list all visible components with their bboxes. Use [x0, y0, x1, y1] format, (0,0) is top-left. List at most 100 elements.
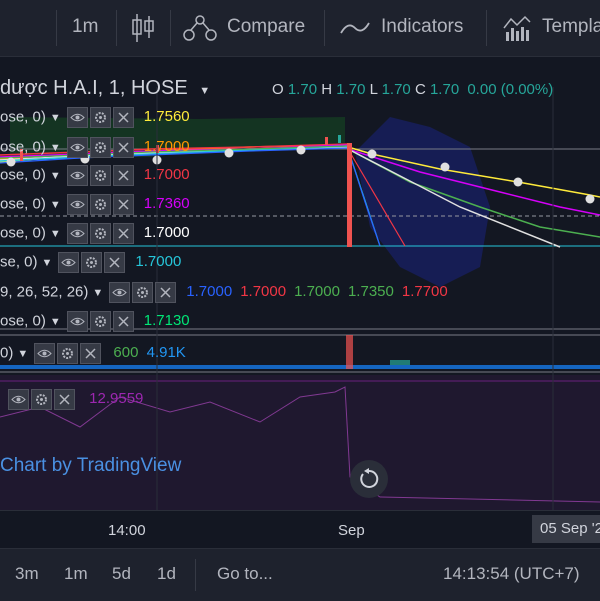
gear-icon[interactable]	[31, 389, 52, 410]
reset-chart-button[interactable]	[350, 460, 388, 498]
indicator-params: ose, 0)	[0, 195, 46, 213]
indicator-value: 1.7000	[294, 283, 340, 301]
indicator-legend-row: 9, 26, 52, 26) ▼ 1.7000 1.7000 1.7000 1.7350 1…	[0, 282, 448, 303]
volume-params: 0)	[0, 344, 14, 362]
indicator-value: 1.7130	[143, 312, 190, 330]
chevron-down-icon[interactable]: ▼	[92, 287, 103, 299]
candles-icon[interactable]	[131, 12, 155, 49]
eye-icon[interactable]	[66, 137, 88, 158]
chevron-down-icon[interactable]: ▼	[50, 112, 61, 124]
top-toolbar: 1m Compare Indicators Templa	[0, 0, 600, 57]
indicator-value: 1.7000	[143, 224, 190, 242]
chevron-down-icon[interactable]: ▼	[50, 199, 61, 211]
compare-icon	[182, 15, 218, 48]
close-icon[interactable]	[112, 311, 134, 332]
range-button-3m[interactable]: 3m	[15, 564, 39, 584]
range-button-1d[interactable]: 1d	[157, 564, 176, 584]
indicator-legend-row: ose, 0) ▼ 1.7000	[0, 165, 190, 186]
volume-value: 600	[113, 344, 139, 362]
chevron-down-icon[interactable]: ▼	[42, 257, 53, 269]
time-axis[interactable]: 14:00 Sep 05 Sep '2	[0, 510, 600, 549]
toolbar-separator	[324, 10, 325, 46]
close-icon[interactable]	[112, 223, 134, 244]
tradingview-watermark[interactable]: Chart by TradingView	[0, 455, 181, 477]
gear-icon[interactable]	[132, 282, 154, 303]
gear-icon[interactable]	[89, 194, 111, 215]
indicator-params: ose, 0)	[0, 138, 46, 156]
chevron-down-icon[interactable]: ▼	[50, 170, 61, 182]
eye-icon[interactable]	[58, 252, 80, 273]
eye-icon[interactable]	[8, 389, 29, 410]
goto-button[interactable]: Go to...	[217, 564, 273, 584]
close-icon[interactable]	[112, 107, 134, 128]
crosshair-time-label: 05 Sep '2	[532, 515, 600, 543]
toolbar-separator	[486, 10, 487, 46]
compare-label: Compare	[227, 16, 306, 37]
indicator-params: ose, 0)	[0, 166, 46, 184]
rsi-legend: 12.9559	[8, 389, 143, 410]
indicator-params: se, 0)	[0, 253, 38, 271]
gear-icon[interactable]	[89, 311, 111, 332]
close-icon[interactable]	[112, 194, 134, 215]
gear-icon[interactable]	[89, 223, 111, 244]
volume-ma-value: 4.91K	[146, 344, 186, 362]
eye-icon[interactable]	[34, 343, 56, 364]
chevron-down-icon[interactable]: ▼	[17, 348, 28, 360]
eye-icon[interactable]	[66, 311, 88, 332]
indicator-params: 9, 26, 52, 26)	[0, 283, 89, 301]
indicator-params: ose, 0)	[0, 312, 46, 330]
indicator-value: 1.7000	[143, 138, 190, 156]
gear-icon[interactable]	[81, 252, 103, 273]
toolbar-separator	[116, 10, 117, 46]
time-label: Sep	[338, 522, 365, 539]
range-button-1m[interactable]: 1m	[64, 564, 88, 584]
toolbar-separator	[56, 10, 57, 46]
indicators-button[interactable]: Indicators	[336, 0, 476, 56]
templates-button[interactable]: Templa	[498, 0, 600, 56]
rsi-value: 12.9559	[89, 390, 144, 408]
close-icon[interactable]	[104, 252, 126, 273]
gear-icon[interactable]	[89, 137, 111, 158]
indicator-legend-row: ose, 0) ▼ 1.7000	[0, 223, 190, 244]
indicator-params: ose, 0)	[0, 224, 46, 242]
gear-icon[interactable]	[57, 343, 79, 364]
close-icon[interactable]	[112, 165, 134, 186]
chart-area[interactable]: dược H.A.I, 1, HOSE ▼ O 1.70 H 1.70 L 1.…	[0, 57, 600, 510]
indicator-value: 1.7000	[143, 166, 190, 184]
chevron-down-icon[interactable]: ▼	[50, 142, 61, 154]
time-label: 14:00	[108, 522, 146, 539]
eye-icon[interactable]	[66, 107, 88, 128]
range-button-5d[interactable]: 5d	[112, 564, 131, 584]
indicator-value: 1.7350	[347, 283, 394, 301]
toolbar-separator	[170, 10, 171, 46]
volume-legend: 0) ▼ 600 4.91K	[0, 343, 186, 364]
chevron-down-icon[interactable]: ▼	[50, 228, 61, 240]
eye-icon[interactable]	[66, 165, 88, 186]
eye-icon[interactable]	[66, 194, 88, 215]
templates-label: Templa	[542, 16, 600, 37]
reset-icon	[358, 468, 380, 495]
indicator-value: 1.7560	[143, 108, 190, 126]
indicators-label: Indicators	[381, 16, 464, 37]
clock: 14:13:54 (UTC+7)	[443, 564, 580, 583]
eye-icon[interactable]	[66, 223, 88, 244]
indicator-legend: ose, 0) ▼ 1.7560 ose, 0) ▼ 1.7000 ose, 0) ▼ 1.70…	[0, 57, 600, 357]
close-icon[interactable]	[54, 389, 75, 410]
compare-button[interactable]: Compare	[180, 0, 320, 56]
indicator-value: 1.7700	[401, 283, 448, 301]
indicator-params: ose, 0)	[0, 108, 46, 126]
eye-icon[interactable]	[109, 282, 131, 303]
templates-icon	[502, 14, 532, 47]
indicator-legend-row: ose, 0) ▼ 1.7130	[0, 311, 190, 332]
indicator-value: 1.7000	[186, 283, 233, 301]
close-icon[interactable]	[155, 282, 177, 303]
indicator-legend-row: ose, 0) ▼ 1.7360	[0, 194, 190, 215]
close-icon[interactable]	[112, 137, 134, 158]
interval-button[interactable]: 1m	[72, 16, 98, 38]
indicator-legend-row: ose, 0) ▼ 1.7560	[0, 107, 190, 128]
gear-icon[interactable]	[89, 165, 111, 186]
gear-icon[interactable]	[89, 107, 111, 128]
close-icon[interactable]	[80, 343, 102, 364]
chevron-down-icon[interactable]: ▼	[50, 316, 61, 328]
bottom-toolbar: 3m 1m 5d 1d Go to... 14:13:54 (UTC+7)	[0, 548, 600, 601]
